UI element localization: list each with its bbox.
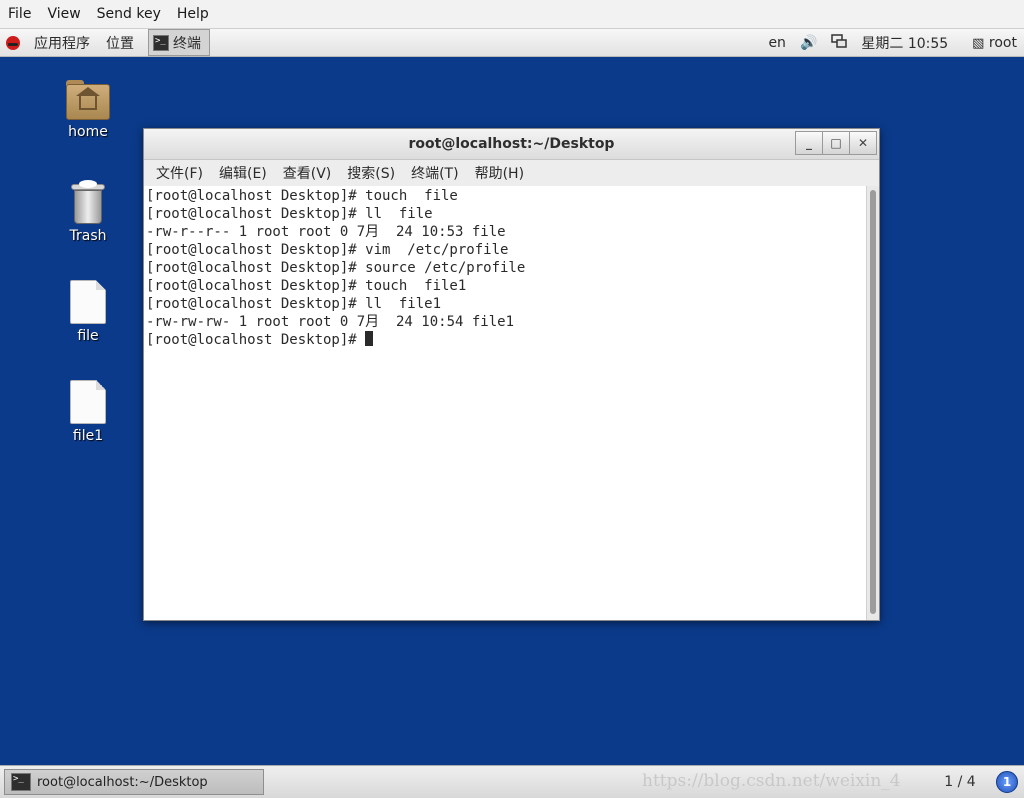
maximize-button[interactable]: □: [822, 131, 850, 155]
menu-terminal[interactable]: 终端(T): [403, 163, 466, 183]
desktop-icon-file1[interactable]: file1: [48, 380, 128, 444]
terminal-line: [root@localhost Desktop]# ll file1: [146, 296, 442, 312]
vm-menu-send-key[interactable]: Send key: [89, 0, 169, 28]
volume-icon[interactable]: 🔊: [793, 35, 824, 51]
terminal-menubar: 文件(F) 编辑(E) 查看(V) 搜索(S) 终端(T) 帮助(H): [144, 160, 879, 186]
menu-file[interactable]: 文件(F): [148, 163, 211, 183]
bottom-panel: >_ root@localhost:~/Desktop https://blog…: [0, 765, 1024, 798]
close-button[interactable]: ✕: [849, 131, 877, 155]
vm-menu-help[interactable]: Help: [169, 0, 217, 28]
text-cursor: [365, 331, 374, 346]
document-icon: [70, 280, 106, 324]
network-icon-svg: [831, 33, 848, 48]
trash-icon: [71, 180, 105, 224]
scrollbar-thumb[interactable]: [870, 190, 876, 614]
close-icon: ✕: [857, 136, 869, 150]
terminal-titlebar[interactable]: root@localhost:~/Desktop _ □ ✕: [144, 129, 879, 160]
clock[interactable]: 星期二 10:55: [854, 33, 955, 53]
terminal-line: [root@localhost Desktop]# source /etc/pr…: [146, 260, 526, 276]
redhat-icon: [6, 35, 20, 50]
taskbar-terminal-label: root@localhost:~/Desktop: [37, 774, 208, 790]
terminal-task-label: 终端: [173, 35, 201, 52]
desktop-icon-home[interactable]: home: [48, 80, 128, 140]
window-controls: _ □ ✕: [795, 131, 877, 155]
taskbar-terminal-button[interactable]: >_ root@localhost:~/Desktop: [4, 769, 264, 795]
minimize-button[interactable]: _: [795, 131, 823, 155]
terminal-prompt: [root@localhost Desktop]#: [146, 332, 366, 348]
desktop-icon-file[interactable]: file: [48, 280, 128, 344]
places-menu[interactable]: 位置: [98, 33, 142, 53]
terminal-line: [root@localhost Desktop]# touch file1: [146, 278, 467, 294]
vm-menu-file[interactable]: File: [0, 0, 39, 28]
menu-edit[interactable]: 编辑(E): [211, 163, 275, 183]
desktop-icon-label: Trash: [69, 228, 107, 244]
menu-view[interactable]: 查看(V): [275, 163, 340, 183]
workspace-pager[interactable]: 1 / 4: [930, 769, 990, 795]
menu-help[interactable]: 帮助(H): [467, 163, 532, 183]
terminal-line: [root@localhost Desktop]# ll file: [146, 206, 433, 222]
applications-menu[interactable]: 应用程序: [26, 33, 98, 53]
desktop-icon-label: file: [77, 328, 99, 344]
minimize-icon: _: [806, 136, 812, 150]
network-icon[interactable]: [824, 33, 854, 52]
desktop-icon-label: file1: [72, 428, 104, 444]
terminal-line: -rw-rw-rw- 1 root root 0 7月 24 10:54 fil…: [146, 314, 515, 330]
desktop-icon-label: home: [68, 124, 108, 140]
terminal-output[interactable]: [root@localhost Desktop]# touch file [ro…: [144, 186, 866, 620]
terminal-icon: >_: [11, 773, 31, 791]
user-label: root: [988, 34, 1017, 51]
maximize-icon: □: [830, 136, 842, 150]
language-indicator[interactable]: en: [761, 35, 793, 51]
vm-menu-view[interactable]: View: [39, 0, 88, 28]
watermark: https://blog.csdn.net/weixin_4: [642, 771, 901, 791]
terminal-line: [root@localhost Desktop]# touch file: [146, 188, 458, 204]
user-icon: ▧: [972, 35, 985, 51]
user-menu[interactable]: ▧ root: [965, 35, 1024, 51]
menu-search[interactable]: 搜索(S): [339, 163, 403, 183]
terminal-line: [root@localhost Desktop]# vim /etc/profi…: [146, 242, 509, 258]
terminal-title: root@localhost:~/Desktop: [408, 136, 615, 152]
terminal-line: -rw-r--r-- 1 root root 0 7月 24 10:53 fil…: [146, 224, 506, 240]
desktop-icon-trash[interactable]: Trash: [48, 180, 128, 244]
notification-badge[interactable]: 1: [996, 771, 1018, 793]
top-panel: 应用程序 位置 >_ 终端 en 🔊 星期二 10:55 ▧ root: [0, 29, 1024, 57]
terminal-icon: >_: [153, 34, 169, 51]
terminal-task-indicator[interactable]: >_ 终端: [148, 29, 210, 56]
terminal-scrollbar[interactable]: [866, 186, 879, 620]
document-icon: [70, 380, 106, 424]
terminal-prompt-line: [root@localhost Desktop]#: [146, 331, 864, 349]
home-folder-icon: [66, 80, 110, 120]
terminal-window: root@localhost:~/Desktop _ □ ✕ 文件(F) 编辑(…: [143, 128, 880, 621]
vm-menubar: File View Send key Help: [0, 0, 1024, 29]
